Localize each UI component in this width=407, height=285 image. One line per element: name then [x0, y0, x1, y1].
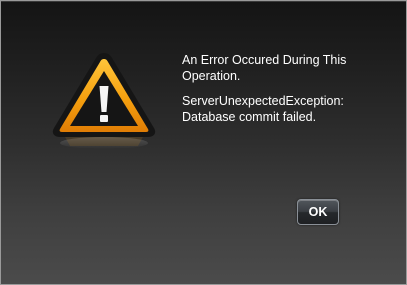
error-message: An Error Occured During This Operation. … — [182, 52, 397, 134]
ok-button[interactable]: OK — [297, 199, 339, 225]
error-dialog: An Error Occured During This Operation. … — [0, 0, 407, 285]
error-heading: An Error Occured During This Operation. — [182, 53, 347, 83]
warning-triangle-icon — [52, 53, 156, 149]
error-detail: ServerUnexpectedException: Database comm… — [182, 94, 344, 124]
